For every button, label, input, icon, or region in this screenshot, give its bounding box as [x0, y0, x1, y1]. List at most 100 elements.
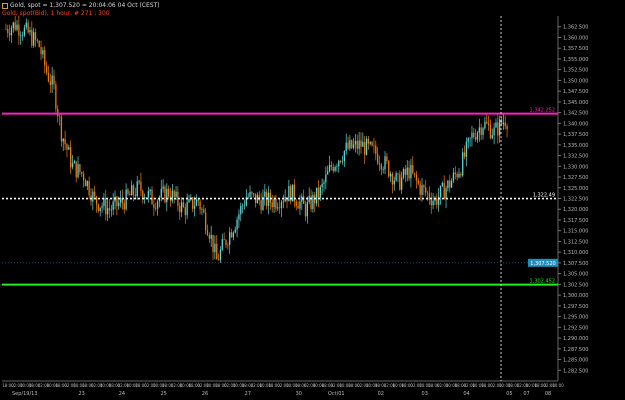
candle-body [343, 151, 345, 162]
horizontal-line-label: 1,302.452 [530, 279, 555, 285]
date-tick-label: 27 [245, 391, 251, 397]
candle-body [8, 32, 11, 36]
candle-body [57, 108, 59, 116]
candle-body [147, 191, 149, 198]
candle-body [388, 161, 390, 177]
candle-body [214, 243, 216, 253]
candle-body [303, 196, 305, 204]
candle-body [278, 207, 281, 209]
candle-body [240, 205, 242, 215]
candle-body [71, 163, 74, 168]
candle-body [62, 138, 64, 142]
price-tick-label: 1,360.000 [563, 35, 588, 41]
candle-body [64, 138, 66, 145]
price-tick-label: 1,305.000 [563, 272, 588, 278]
candle-body [304, 203, 307, 217]
candle-body [458, 173, 460, 178]
candle-body [487, 123, 490, 126]
candle-body [436, 198, 438, 205]
price-tick-label: 1,345.000 [563, 100, 588, 106]
date-tick-label: 03 [422, 391, 428, 397]
candle-body [502, 122, 505, 125]
candle-body [149, 189, 151, 192]
current-price-label: 1,307.520 [530, 261, 555, 267]
price-chart[interactable]: 1,362.500 1,360.000 1,357.500 1,355.000 1,35… [0, 0, 625, 400]
horizontal-line-label: 1,342.252 [530, 108, 555, 114]
price-tick-label: 1,300.000 [563, 293, 588, 299]
candle-body [382, 169, 384, 170]
candle-body [465, 141, 468, 157]
candle-body [129, 194, 131, 196]
candle-body [53, 75, 55, 85]
candle-body [70, 147, 72, 168]
candle-body [428, 192, 431, 200]
candle-body [203, 209, 205, 213]
candle-body [401, 177, 403, 190]
candle-body [247, 196, 249, 198]
candle-body [280, 202, 283, 209]
candle-body [238, 214, 240, 220]
candle-body [77, 164, 79, 178]
date-tick-label: 24 [119, 391, 125, 397]
candle-body [23, 27, 26, 36]
candle-body [399, 174, 401, 190]
candle-body [34, 32, 37, 40]
candle-body [201, 209, 203, 210]
candle-body [36, 39, 39, 41]
price-tick-label: 1,330.000 [563, 164, 588, 170]
candle-body [119, 197, 122, 203]
candle-body [101, 206, 103, 208]
candle-body [506, 126, 508, 130]
horizontal-line-label: 1,322.49 [533, 193, 555, 199]
candle-body [386, 156, 388, 162]
candle-body [378, 163, 381, 165]
candle-body [330, 165, 333, 167]
candle-body [73, 161, 75, 164]
candle-body [315, 187, 318, 204]
price-tick-label: 1,310.000 [563, 250, 588, 256]
candle-body [432, 200, 434, 206]
price-tick-label: 1,362.500 [563, 25, 588, 31]
candle-body [391, 173, 394, 185]
candle-body [365, 138, 368, 155]
price-tick-label: 1,282.500 [563, 368, 588, 374]
candle-body [393, 180, 395, 185]
candle-body [373, 145, 375, 147]
candle-body [134, 194, 137, 197]
candle-body [347, 142, 349, 149]
candle-body [241, 205, 244, 207]
candle-body [82, 173, 85, 181]
candle-body [132, 185, 135, 195]
candle-body [258, 195, 260, 201]
candle-body [193, 205, 196, 209]
candle-body [351, 140, 353, 148]
candle-body [352, 144, 355, 148]
candle-body [417, 180, 419, 184]
candle-body [16, 24, 18, 30]
candle-body [467, 138, 469, 142]
candle-body [51, 75, 53, 85]
candle-body [439, 185, 442, 197]
candle-body [99, 207, 101, 211]
price-tick-label: 1,297.500 [563, 304, 588, 310]
candle-body [31, 30, 33, 46]
candle-body [493, 127, 495, 136]
candle-body [306, 202, 309, 217]
candle-body [195, 199, 198, 206]
price-tick-label: 1,307.500 [563, 261, 588, 267]
candle-body [212, 234, 214, 253]
candle-body [415, 174, 418, 181]
candle-body [271, 202, 273, 208]
candle-body [180, 202, 183, 213]
candle-body [299, 201, 301, 209]
candle-body [308, 195, 310, 203]
candle-body [38, 40, 40, 48]
candle-body [81, 172, 83, 174]
candle-body [489, 125, 492, 139]
candle-body [45, 65, 48, 73]
candle-body [199, 201, 201, 210]
candle-body [334, 166, 336, 171]
candle-body [223, 239, 225, 241]
candle-body [162, 186, 164, 189]
candle-body [234, 229, 236, 233]
